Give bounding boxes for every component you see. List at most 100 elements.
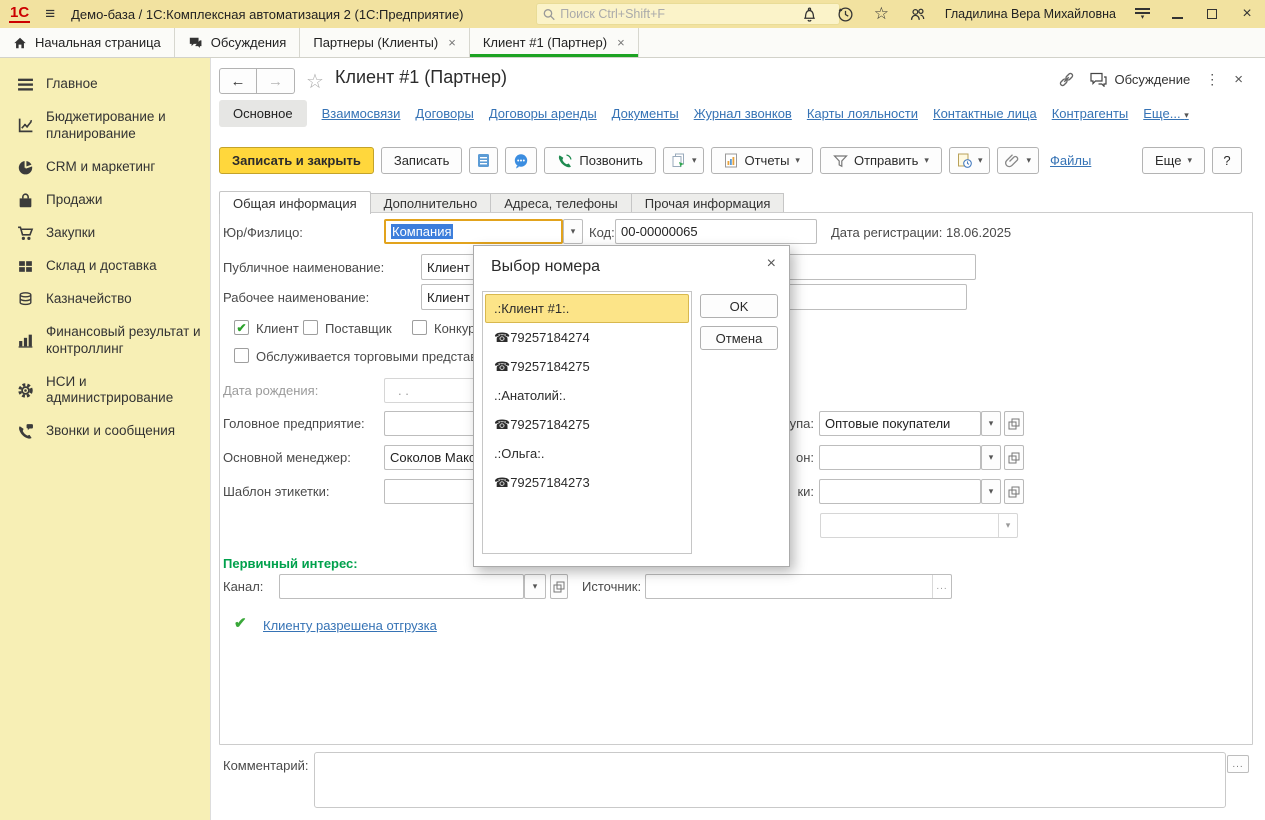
code-field[interactable] [615, 219, 817, 244]
head-company-field[interactable] [384, 411, 481, 436]
extra-field[interactable]: ▾ [820, 513, 1018, 538]
discussion-button[interactable]: Обсуждение [1090, 72, 1190, 87]
close-tab-icon[interactable]: × [617, 35, 625, 50]
history-icon[interactable] [837, 6, 854, 23]
list-item[interactable]: .:Ольга:. [485, 439, 689, 468]
client-checkbox[interactable]: ✔ [234, 320, 249, 335]
main-menu-icon[interactable]: ≡ [45, 4, 55, 24]
tab-discussions[interactable]: Обсуждения [175, 28, 301, 57]
sales-rep-checkbox[interactable] [234, 348, 249, 363]
help-button[interactable]: ? [1212, 147, 1242, 174]
window-minimize-button[interactable] [1169, 6, 1185, 22]
nav-lease-contracts[interactable]: Договоры аренды [489, 106, 597, 121]
label-template-field[interactable] [384, 479, 481, 504]
nav-contact-persons[interactable]: Контактные лица [933, 106, 1037, 121]
more-actions-icon[interactable]: ⋮ [1205, 71, 1219, 88]
nav-loyalty-cards[interactable]: Карты лояльности [807, 106, 918, 121]
entity-type-field[interactable]: Компания [384, 219, 563, 244]
save-close-button[interactable]: Записать и закрыть [219, 147, 374, 174]
birth-date-field[interactable]: . . [384, 378, 481, 403]
ellipsis-button[interactable]: ... [932, 575, 951, 598]
nav-contracts[interactable]: Договоры [415, 106, 473, 121]
row3-dropdown-button[interactable]: ▾ [981, 479, 1001, 504]
more-button[interactable]: Еще ▾ [1142, 147, 1205, 174]
attach-button[interactable]: ▾ [997, 147, 1039, 174]
channel-open-button[interactable] [550, 574, 568, 599]
comment-field[interactable] [314, 752, 1226, 808]
favorite-star-icon[interactable]: ☆ [306, 69, 324, 94]
notifications-bell-icon[interactable] [801, 6, 818, 23]
source-field[interactable]: ... [645, 574, 952, 599]
access-group-dropdown-button[interactable]: ▾ [981, 411, 1001, 436]
sidebar-item-sales[interactable]: Продажи [0, 184, 210, 217]
sidebar-item-purchases[interactable]: Закупки [0, 217, 210, 250]
sidebar-item-calls[interactable]: Звонки и сообщения [0, 415, 210, 448]
nav-counterparties[interactable]: Контрагенты [1052, 106, 1129, 121]
tab-additional[interactable]: Дополнительно [371, 193, 492, 214]
region-open-button[interactable] [1004, 445, 1024, 470]
window-maximize-button[interactable] [1204, 6, 1220, 22]
nav-relations[interactable]: Взаимосвязи [322, 106, 401, 121]
competitor-checkbox[interactable] [412, 320, 427, 335]
access-group-field[interactable]: Оптовые покупатели [819, 411, 981, 436]
users-icon[interactable] [909, 6, 926, 23]
send-button[interactable]: Отправить ▾ [820, 147, 942, 174]
window-close-button[interactable]: × [1239, 6, 1255, 22]
nav-documents[interactable]: Документы [612, 106, 679, 121]
current-user-name[interactable]: Гладилина Вера Михайловна [945, 7, 1116, 21]
chat-button[interactable] [505, 147, 537, 174]
journal-button[interactable] [469, 147, 498, 174]
nav-main[interactable]: Основное [219, 100, 307, 127]
close-tab-icon[interactable]: × [448, 35, 456, 50]
tab-partners[interactable]: Партнеры (Клиенты) × [300, 28, 469, 57]
forward-button[interactable]: → [257, 68, 295, 94]
nav-more[interactable]: Еще... ▾ [1143, 106, 1188, 121]
row3-open-button[interactable] [1004, 479, 1024, 504]
reports-button[interactable]: Отчеты ▾ [711, 147, 812, 174]
favorites-star-icon[interactable]: ☆ [873, 6, 890, 23]
tab-client[interactable]: Клиент #1 (Партнер) × [470, 28, 639, 57]
manager-field[interactable]: Соколов Макси [384, 445, 481, 470]
list-item[interactable]: .:Клиент #1:. [485, 294, 689, 323]
list-item[interactable]: ☎79257184273 [485, 468, 689, 497]
tab-home[interactable]: Начальная страница [0, 28, 175, 57]
channel-dropdown-button[interactable]: ▾ [524, 574, 546, 599]
sidebar-item-finance[interactable]: Финансовый результат и контроллинг [0, 316, 210, 366]
ok-button[interactable]: OK [700, 294, 778, 318]
tab-addresses[interactable]: Адреса, телефоны [491, 193, 632, 214]
list-item[interactable]: ☎79257184275 [485, 410, 689, 439]
entity-type-dropdown-button[interactable]: ▾ [563, 219, 583, 244]
sidebar-item-budgeting[interactable]: Бюджетирование и планирование [0, 101, 210, 151]
sidebar-item-main[interactable]: Главное [0, 68, 210, 101]
nav-call-log[interactable]: Журнал звонков [694, 106, 792, 121]
close-form-icon[interactable]: × [1234, 71, 1243, 88]
sidebar-item-warehouse[interactable]: Склад и доставка [0, 250, 210, 283]
call-button[interactable]: Позвонить [544, 147, 656, 174]
get-link-icon[interactable] [1058, 71, 1075, 88]
tasks-button[interactable]: ▾ [949, 147, 991, 174]
supplier-checkbox[interactable] [303, 320, 318, 335]
sidebar-item-treasury[interactable]: Казначейство [0, 283, 210, 316]
list-item[interactable]: .:Анатолий:. [485, 381, 689, 410]
back-button[interactable]: ← [219, 68, 257, 94]
tab-other-info[interactable]: Прочая информация [632, 193, 785, 214]
save-button[interactable]: Записать [381, 147, 463, 174]
access-group-open-button[interactable] [1004, 411, 1024, 436]
row3-field[interactable] [819, 479, 981, 504]
channel-field[interactable] [279, 574, 524, 599]
cancel-button[interactable]: Отмена [700, 326, 778, 350]
copy-create-button[interactable]: ▾ [663, 147, 705, 174]
region-dropdown-button[interactable]: ▾ [981, 445, 1001, 470]
dialog-close-icon[interactable]: × [767, 255, 776, 273]
list-item[interactable]: ☎79257184274 [485, 323, 689, 352]
tab-general-info[interactable]: Общая информация [219, 191, 371, 214]
list-item[interactable]: ☎79257184275 [485, 352, 689, 381]
sidebar-item-admin[interactable]: НСИ и администрирование [0, 366, 210, 416]
shipping-allowed-link[interactable]: Клиенту разрешена отгрузка [263, 618, 437, 633]
region-field[interactable] [819, 445, 981, 470]
search-input[interactable] [560, 7, 833, 21]
user-menu-icon[interactable]: ▾ [1135, 8, 1150, 19]
global-search[interactable] [536, 3, 840, 25]
sidebar-item-crm[interactable]: CRM и маркетинг [0, 151, 210, 184]
files-link[interactable]: Файлы [1050, 153, 1091, 168]
